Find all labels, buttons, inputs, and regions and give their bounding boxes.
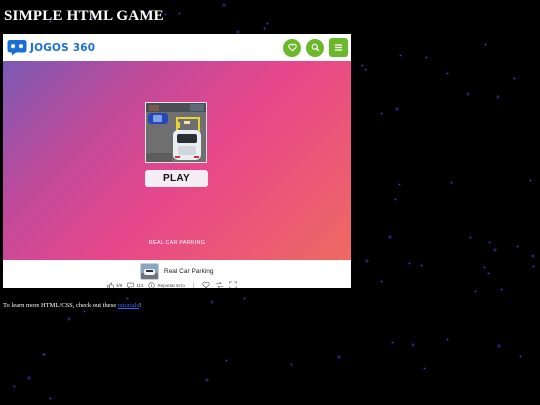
- report-error-link[interactable]: Reportar Erro: [148, 281, 185, 288]
- header-actions: [283, 38, 348, 57]
- game-name[interactable]: Real Car Parking: [164, 268, 214, 275]
- footer-text: To learn more HTML/CSS, check out these …: [3, 302, 141, 309]
- like-stat[interactable]: 3/9: [107, 281, 123, 288]
- thumbs-up-icon: [107, 281, 114, 288]
- like-count: 3/9: [116, 282, 123, 288]
- game-iframe[interactable]: JOGOS 360 PLAY REAL CAR PARKING Real Car…: [3, 34, 351, 288]
- info-circle-icon: [148, 281, 156, 288]
- car-parking-thumbnail-image: [146, 103, 206, 162]
- search-icon: [311, 43, 319, 52]
- stats-divider: [192, 281, 194, 288]
- gamepad-chat-icon: [7, 40, 27, 56]
- game-thumbnail: [145, 102, 207, 163]
- game-info-bar: Real Car Parking 3/9 113 Reportar Erro: [3, 260, 351, 288]
- game-caption: REAL CAR PARKING: [148, 240, 206, 246]
- site-logo[interactable]: JOGOS 360: [7, 38, 95, 58]
- hamburger-menu-icon: [334, 44, 343, 51]
- page-title: SIMPLE HTML GAME: [4, 8, 164, 24]
- share-icon[interactable]: [215, 281, 224, 288]
- comment-count: 113: [136, 282, 144, 288]
- site-header: JOGOS 360: [3, 34, 351, 61]
- game-stats-row: 3/9 113 Reportar Erro: [107, 281, 237, 288]
- heart-icon: [287, 43, 297, 52]
- comment-stat[interactable]: 113: [127, 282, 144, 288]
- comment-icon: [127, 282, 134, 288]
- logo-text: JOGOS 360: [30, 41, 96, 54]
- car-mini-image: [141, 264, 158, 279]
- game-title-row: Real Car Parking: [140, 263, 214, 280]
- favorites-button[interactable]: [283, 38, 301, 57]
- tutorials-link[interactable]: tutorials: [118, 302, 139, 309]
- footer-text-before: To learn more HTML/CSS, check out these: [3, 301, 118, 309]
- search-button[interactable]: [306, 38, 324, 57]
- fullscreen-icon[interactable]: [229, 281, 237, 288]
- report-error-label: Reportar Erro: [157, 282, 185, 288]
- heart-outline-icon[interactable]: [202, 281, 210, 288]
- play-button[interactable]: PLAY: [145, 170, 208, 187]
- footer-text-after: !: [139, 301, 142, 309]
- game-stage[interactable]: PLAY REAL CAR PARKING: [3, 61, 351, 260]
- game-mini-thumbnail[interactable]: [140, 263, 159, 280]
- menu-button[interactable]: [329, 38, 348, 57]
